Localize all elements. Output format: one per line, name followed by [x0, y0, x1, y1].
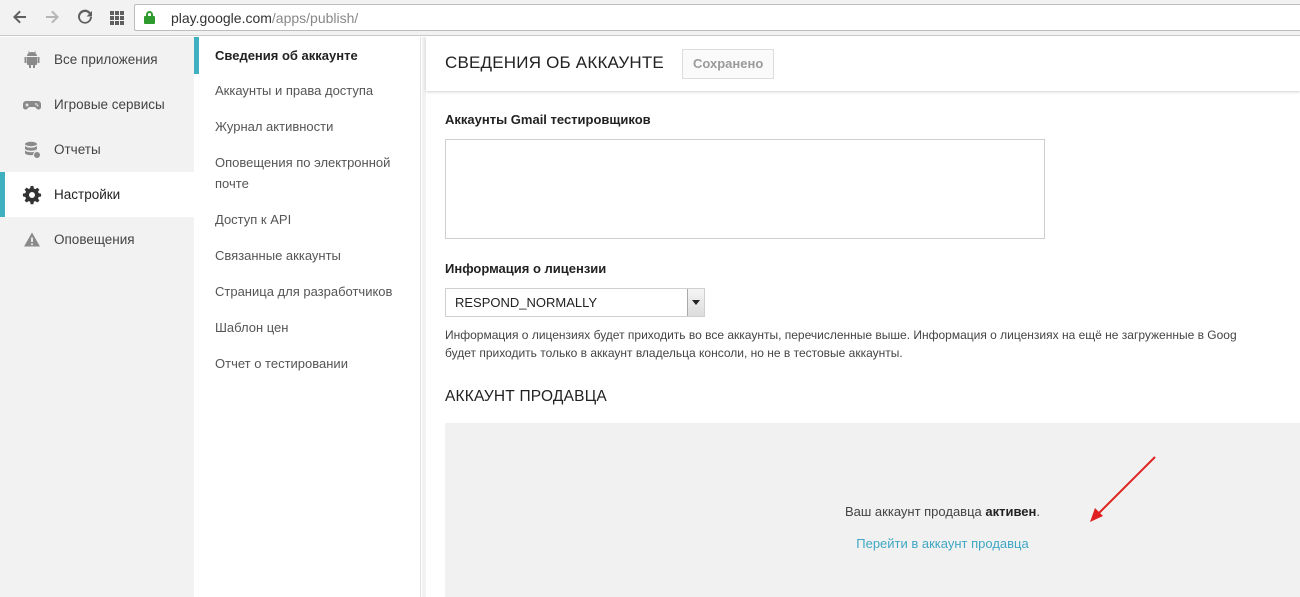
- go-to-seller-account-link[interactable]: Перейти в аккаунт продавца: [445, 536, 1300, 551]
- left-nav: Все приложения Игровые сервисы Отчеты На…: [0, 37, 194, 597]
- database-icon: [22, 140, 42, 160]
- license-help-line-2: будет приходить только в аккаунт владель…: [445, 346, 903, 360]
- main-gutter: [422, 37, 426, 597]
- seller-account-panel: Ваш аккаунт продавца активен. Перейти в …: [445, 423, 1300, 597]
- browser-toolbar: play.google.com/apps/publish/: [0, 0, 1300, 36]
- nav-item-label: Все приложения: [54, 52, 158, 67]
- chevron-down-icon[interactable]: [687, 289, 704, 316]
- license-help-line-1: Информация о лицензиях будет приходить в…: [445, 328, 1237, 342]
- gamepad-icon: [22, 95, 42, 115]
- gmail-testers-input[interactable]: [445, 139, 1045, 239]
- subnav-item-label: Журнал активности: [215, 119, 334, 134]
- android-icon: [22, 50, 42, 70]
- gmail-testers-label: Аккаунты Gmail тестировщиков: [445, 112, 651, 127]
- nav-item-label: Настройки: [54, 187, 121, 202]
- nav-item-alerts[interactable]: Оповещения: [0, 217, 194, 262]
- settings-subnav: Сведения об аккаунте Аккаунты и права до…: [194, 37, 421, 597]
- warning-icon: [22, 230, 42, 250]
- nav-item-game-services[interactable]: Игровые сервисы: [0, 82, 194, 127]
- subnav-item-account-details[interactable]: Сведения об аккаунте: [194, 37, 420, 74]
- subnav-item-developer-page[interactable]: Страница для разработчиков: [194, 271, 420, 307]
- url-path: /apps/publish/: [271, 10, 359, 26]
- apps-grid-icon[interactable]: [110, 11, 124, 25]
- subnav-item-api-access[interactable]: Доступ к API: [194, 199, 420, 235]
- arrow-left-icon[interactable]: [10, 8, 30, 28]
- subnav-item-test-report[interactable]: Отчет о тестировании: [194, 343, 420, 379]
- subnav-item-label: Связанные аккаунты: [215, 248, 341, 263]
- page-title: СВЕДЕНИЯ ОБ АККАУНТЕ: [445, 53, 664, 72]
- address-bar[interactable]: play.google.com/apps/publish/: [134, 4, 1300, 31]
- nav-item-all-apps[interactable]: Все приложения: [0, 37, 194, 82]
- gear-icon: [22, 185, 42, 205]
- subnav-item-label: Аккаунты и права доступа: [215, 83, 374, 98]
- url-host: play.google.com: [171, 10, 272, 26]
- subnav-item-label: Сведения об аккаунте: [215, 48, 358, 63]
- seller-account-title: АККАУНТ ПРОДАВЦА: [445, 388, 607, 405]
- reload-icon[interactable]: [75, 8, 95, 28]
- subnav-item-label: Доступ к API: [215, 212, 292, 227]
- seller-status-value: активен: [985, 504, 1037, 519]
- seller-status-text: Ваш аккаунт продавца активен.: [445, 504, 1300, 519]
- main-content: СВЕДЕНИЯ ОБ АККАУНТЕ Сохранено Аккаунты …: [422, 37, 1300, 597]
- seller-status-suffix: .: [1036, 504, 1040, 519]
- nav-item-label: Игровые сервисы: [54, 97, 165, 112]
- lock-icon: [144, 11, 155, 24]
- page-header: СВЕДЕНИЯ ОБ АККАУНТЕ Сохранено: [426, 37, 1300, 91]
- subnav-item-users-permissions[interactable]: Аккаунты и права доступа: [194, 74, 420, 106]
- subnav-item-label: Оповещения по электронной почте: [215, 155, 391, 191]
- subnav-item-label: Страница для разработчиков: [215, 284, 393, 299]
- saved-button[interactable]: Сохранено: [682, 49, 775, 79]
- subnav-item-activity-log[interactable]: Журнал активности: [194, 106, 420, 142]
- nav-item-label: Оповещения: [54, 232, 135, 247]
- subnav-item-email-notifications[interactable]: Оповещения по электронной почте: [194, 142, 420, 199]
- nav-item-label: Отчеты: [54, 142, 101, 157]
- license-info-label: Информация о лицензии: [445, 261, 607, 276]
- subnav-item-linked-accounts[interactable]: Связанные аккаунты: [194, 235, 420, 271]
- seller-status-prefix: Ваш аккаунт продавца: [844, 504, 986, 519]
- license-response-select[interactable]: RESPOND_NORMALLY: [445, 288, 705, 317]
- subnav-item-label: Шаблон цен: [215, 320, 289, 335]
- license-help-text: Информация о лицензиях будет приходить в…: [445, 326, 1300, 362]
- url-text[interactable]: play.google.com/apps/publish/: [171, 10, 358, 26]
- subnav-item-pricing-templates[interactable]: Шаблон цен: [194, 307, 420, 343]
- subnav-item-label: Отчет о тестировании: [215, 356, 348, 371]
- nav-item-settings[interactable]: Настройки: [0, 172, 194, 217]
- license-response-value: RESPOND_NORMALLY: [455, 295, 598, 310]
- arrow-right-icon[interactable]: [42, 8, 62, 28]
- nav-item-reports[interactable]: Отчеты: [0, 127, 194, 172]
